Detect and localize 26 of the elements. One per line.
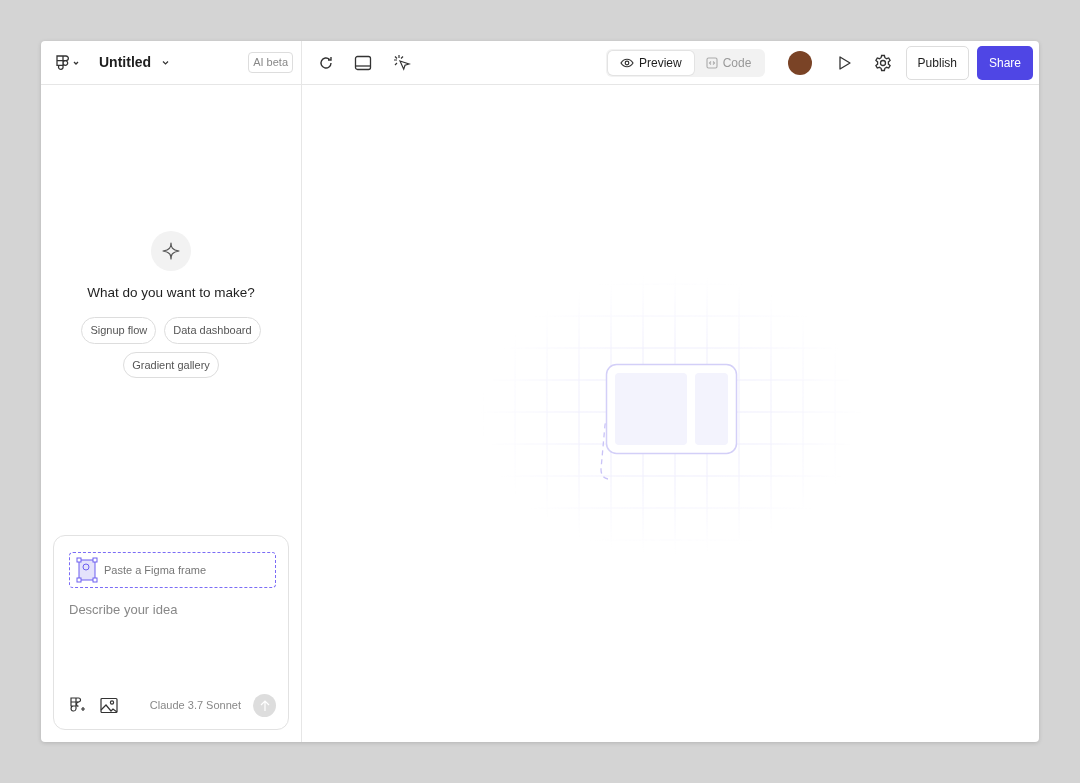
frame-dropzone-label: Paste a Figma frame xyxy=(104,562,207,578)
image-icon[interactable] xyxy=(100,697,118,714)
publish-button[interactable]: Publish xyxy=(905,45,969,80)
chevron-down-icon[interactable] xyxy=(161,59,171,66)
share-button[interactable]: Share xyxy=(976,45,1033,80)
settings-icon[interactable] xyxy=(873,53,892,72)
model-selector[interactable]: Claude 3.7 Sonnet xyxy=(149,697,241,714)
beta-badge: AI beta xyxy=(248,52,293,73)
eye-icon xyxy=(620,57,634,68)
suggestion-chip[interactable]: Signup flow xyxy=(81,317,157,344)
prompt-input-field[interactable]: Paste a Figma frame Describe your idea Claude 3.7 Sonnet xyxy=(53,535,289,730)
user-avatar[interactable] xyxy=(787,50,812,75)
view-tab[interactable]: Preview xyxy=(608,50,694,75)
suggestion-chip[interactable]: Gradient gallery xyxy=(123,351,219,379)
figma-plus-icon[interactable] xyxy=(69,697,86,714)
file-title-button[interactable]: Untitled xyxy=(95,52,156,73)
code-icon xyxy=(705,56,718,69)
suggestion-chip[interactable]: Data dashboard xyxy=(164,317,261,344)
cursor-click-icon[interactable] xyxy=(392,53,411,72)
prompt-heading: What do you want to make? xyxy=(87,284,255,302)
figma-frame-dropzone[interactable]: Paste a Figma frame xyxy=(69,552,276,588)
arrow-up-icon xyxy=(258,699,271,712)
frame-selection-icon xyxy=(76,557,98,583)
panel-layout-icon[interactable] xyxy=(354,54,372,71)
refresh-icon[interactable] xyxy=(318,54,334,71)
sparkle-icon xyxy=(151,231,191,271)
